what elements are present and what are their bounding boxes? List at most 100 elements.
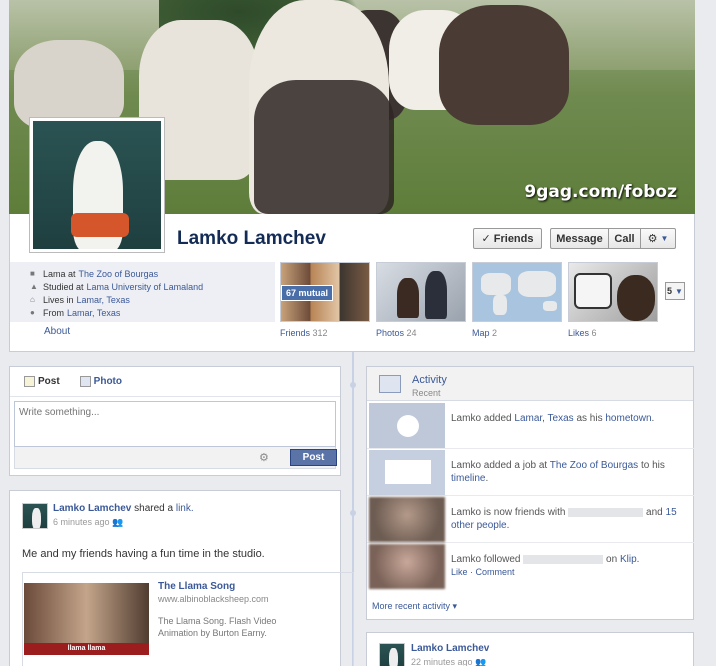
map-label[interactable]: Map 2 [472,328,497,338]
graduation-cap-icon: ▲ [30,282,38,291]
post-icon [24,376,35,387]
mutual-friends-badge[interactable]: 67 mutual [281,285,334,301]
chevron-down-icon: ▼ [660,234,669,243]
map-land [493,295,507,315]
story-card: Lamko Lamchev 22 minutes ago 👥 [366,632,694,666]
redacted-name [568,507,644,517]
text-part: Lamko is now friends with [451,507,569,518]
place-link[interactable]: Lamar, Texas [514,413,573,424]
label-text: Photos [376,328,405,338]
message-button[interactable]: Message [550,228,608,249]
comment-link[interactable]: Comment [476,567,515,577]
briefcase-icon: ■ [30,269,35,278]
image-caption: llama llama [24,643,149,655]
composer-tabs: Post Photo [10,367,340,397]
shared-link-title[interactable]: The Llama Song [158,581,235,592]
friends-audience-icon: 👥 [475,657,487,666]
label-text: Likes [568,328,590,338]
friends-button[interactable]: ✓ Friends [473,228,542,249]
text-part: and [643,507,666,518]
timeline-dot [350,510,356,516]
composer-footer: ⚙ Post [14,447,337,469]
info-education: ▲ Studied at Lama University of Lamaland [30,280,275,293]
text-part: Lamko followed [451,554,524,565]
friends-label[interactable]: Friends 312 [280,328,328,338]
profile-page: 9gag.com/foboz Lamko Lamchev ✓ Friends M… [9,0,696,666]
activity-icon [379,375,401,393]
cover-llama [439,5,569,125]
briefcase-icon [385,460,431,484]
activity-box: Activity Recent Lamko added Lamar, Texas… [366,366,695,620]
profile-picture[interactable] [29,117,165,253]
map-thumbnail[interactable] [472,262,562,322]
activity-text: Lamko followed on Klip. Like · Comment [451,553,686,579]
activity-row: Lamko added Lamar, Texas as his hometown… [367,402,695,449]
tab-photo[interactable]: Photo [79,376,122,387]
avatar[interactable] [379,643,405,666]
tab-label: Post [38,376,60,387]
klip-link[interactable]: Klip [620,554,637,565]
settings-menu-button[interactable]: ⚙ ▼ [640,228,676,249]
friend-photo-blurred[interactable] [369,497,445,542]
followed-photo-blurred[interactable] [369,544,445,589]
avatar[interactable] [22,503,48,529]
photos-thumbnail[interactable] [376,262,466,322]
pin-icon: ● [30,308,35,317]
separator: · [467,567,476,577]
redacted-name [523,554,604,564]
lives-link[interactable]: Lamar, Texas [77,295,130,305]
photo-person [397,278,419,318]
status-input[interactable] [14,401,336,447]
activity-row: Lamko followed on Klip. Like · Comment [367,543,695,599]
photos-label[interactable]: Photos 24 [376,328,417,338]
shared-link-preview[interactable]: llama llama The Llama Song www.albinobla… [22,572,354,666]
activity-header: Activity Recent [367,367,693,401]
more-sections-button[interactable]: 5 ▼ [665,282,685,300]
info-prefix: Studied at [43,281,84,292]
timeline-link[interactable]: timeline [451,473,485,484]
activity-text: Lamko is now friends with and 15 other p… [451,506,686,532]
shared-link-description: The Llama Song. Flash Video Animation by… [158,616,277,638]
tab-post[interactable]: Post [24,376,60,387]
post-button[interactable]: Post [290,449,337,466]
story-author-link[interactable]: Lamko Lamchev [53,503,131,514]
hometown-link[interactable]: hometown [605,413,651,424]
profile-name[interactable]: Lamko Lamchev [177,228,326,250]
like-link[interactable]: Like [451,567,468,577]
gear-icon[interactable]: ⚙ [259,451,269,464]
text-part: . [651,413,655,424]
profile-info-strip: ■ Lama at The Zoo of Bourgas ▲ Studied a… [9,262,695,352]
work-link[interactable]: The Zoo of Bourgas [79,269,159,279]
friends-count: 312 [312,328,328,338]
friends-thumbnail[interactable]: 67 mutual [280,262,370,322]
activity-title[interactable]: Activity [412,374,447,386]
map-land [481,273,511,295]
story-author-link[interactable]: Lamko Lamchev [411,643,489,654]
text-part: Lamko added [451,413,515,424]
likes-thumbnail[interactable] [568,262,658,322]
call-button[interactable]: Call [608,228,640,249]
time-text: 6 minutes ago [53,517,110,527]
work-link[interactable]: The Zoo of Bourgas [550,460,638,471]
activity-text: Lamko added Lamar, Texas as his hometown… [451,412,686,425]
education-link[interactable]: Lama University of Lamaland [87,282,204,292]
info-prefix: Lives in [43,294,74,305]
story-timestamp[interactable]: 22 minutes ago 👥 [411,657,486,666]
map-land [543,301,557,311]
more-activity-link[interactable]: More recent activity ▾ [372,601,457,612]
job-thumbnail[interactable] [369,450,445,495]
map-count: 2 [492,328,498,338]
likes-label[interactable]: Likes 6 [568,328,597,338]
more-count: 5 [667,286,673,296]
story-text: Me and my friends having a fun time in t… [22,548,265,560]
from-link[interactable]: Lamar, Texas [67,308,120,318]
text-part: . [485,473,489,484]
shared-link-image[interactable]: llama llama [24,583,149,655]
about-link[interactable]: About [44,326,70,337]
activity-actions: Like · Comment [451,566,686,579]
story-link[interactable]: link. [176,503,194,514]
story-timestamp[interactable]: 6 minutes ago 👥 [53,517,123,528]
info-from: ● From Lamar, Texas [30,306,275,319]
hometown-thumbnail[interactable] [369,403,445,448]
timeline-dot [350,382,356,388]
